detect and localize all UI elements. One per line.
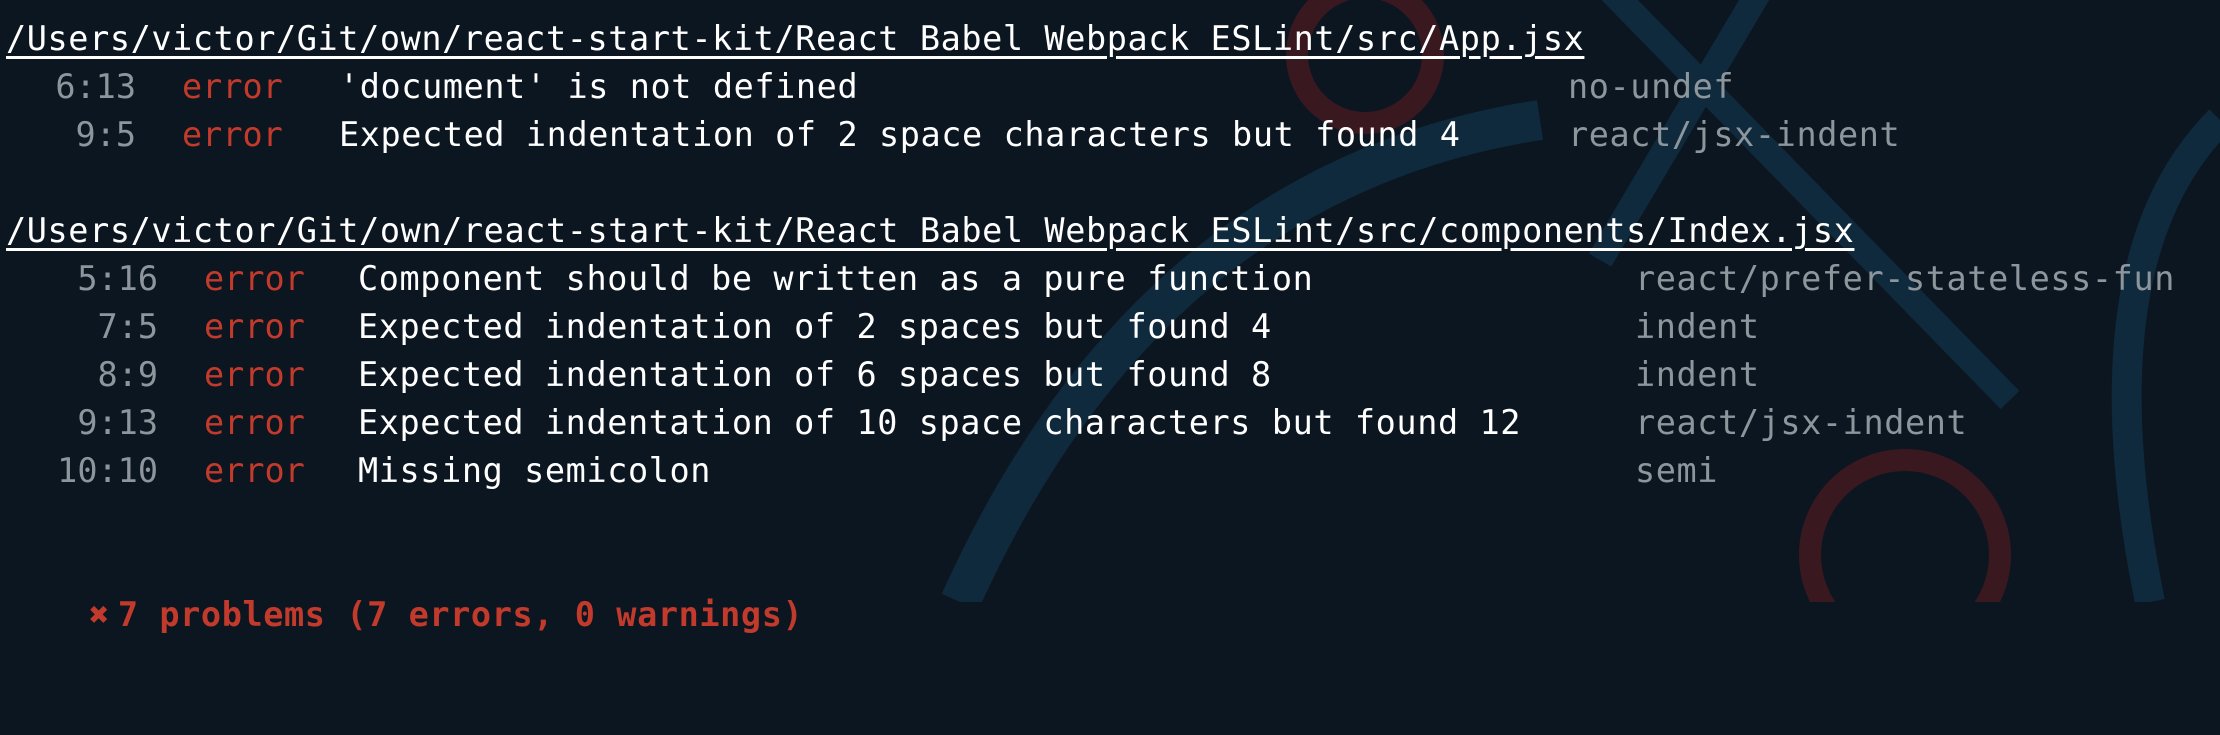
cross-mark-icon: ✖: [89, 595, 110, 634]
problem-summary: ✖ 7 problems (7 errors, 0 warnings): [6, 543, 803, 634]
terminal-output: /Users/victor/Git/own/react-start-kit/Re…: [0, 0, 2220, 634]
problem-rule: semi: [1635, 451, 1719, 490]
problem-rule: no-undef: [1568, 67, 1735, 106]
problem-message: Expected indentation of 2 space characte…: [339, 115, 1461, 154]
problem-message: Missing semicolon: [358, 451, 712, 490]
problem-rule: react/jsx-indent: [1635, 403, 1968, 442]
problem-severity: error: [182, 115, 283, 154]
file-path: /Users/victor/Git/own/react-start-kit/Re…: [6, 19, 1585, 58]
problem-message: Component should be written as a pure fu…: [358, 259, 1314, 298]
problem-message: Expected indentation of 6 spaces but fou…: [358, 355, 1272, 394]
problem-position: 7:5: [97, 307, 158, 346]
problem-rule: react/prefer-stateless-fun: [1635, 259, 2175, 298]
problem-position: 8:9: [97, 355, 158, 394]
problem-row: 10:10 error Missing semicolon semi: [0, 447, 2220, 495]
problem-position: 6:13: [55, 67, 136, 106]
problem-message: Expected indentation of 2 spaces but fou…: [358, 307, 1272, 346]
problem-message: Expected indentation of 10 space charact…: [358, 403, 1522, 442]
problem-position: 9:13: [77, 403, 158, 442]
problem-row: 6:13 error 'document' is not defined no-…: [0, 63, 2220, 111]
problem-position: 10:10: [57, 451, 158, 490]
problem-rule: react/jsx-indent: [1568, 115, 1901, 154]
file-path: /Users/victor/Git/own/react-start-kit/Re…: [6, 211, 1855, 250]
problem-row: 7:5 error Expected indentation of 2 spac…: [0, 303, 2220, 351]
problem-message: 'document' is not defined: [339, 67, 859, 106]
summary-text: 7 problems (7 errors, 0 warnings): [117, 595, 804, 634]
problem-severity: error: [204, 259, 305, 298]
problem-rule: indent: [1635, 355, 1760, 394]
problem-row: 8:9 error Expected indentation of 6 spac…: [0, 351, 2220, 399]
problem-rule: indent: [1635, 307, 1760, 346]
problem-severity: error: [204, 451, 305, 490]
problem-row: 9:5 error Expected indentation of 2 spac…: [0, 111, 2220, 159]
problem-severity: error: [204, 355, 305, 394]
problem-position: 5:16: [77, 259, 158, 298]
problem-severity: error: [204, 307, 305, 346]
problem-row: 9:13 error Expected indentation of 10 sp…: [0, 399, 2220, 447]
problem-severity: error: [204, 403, 305, 442]
problem-severity: error: [182, 67, 283, 106]
problem-position: 9:5: [75, 115, 136, 154]
problem-row: 5:16 error Component should be written a…: [0, 255, 2220, 303]
